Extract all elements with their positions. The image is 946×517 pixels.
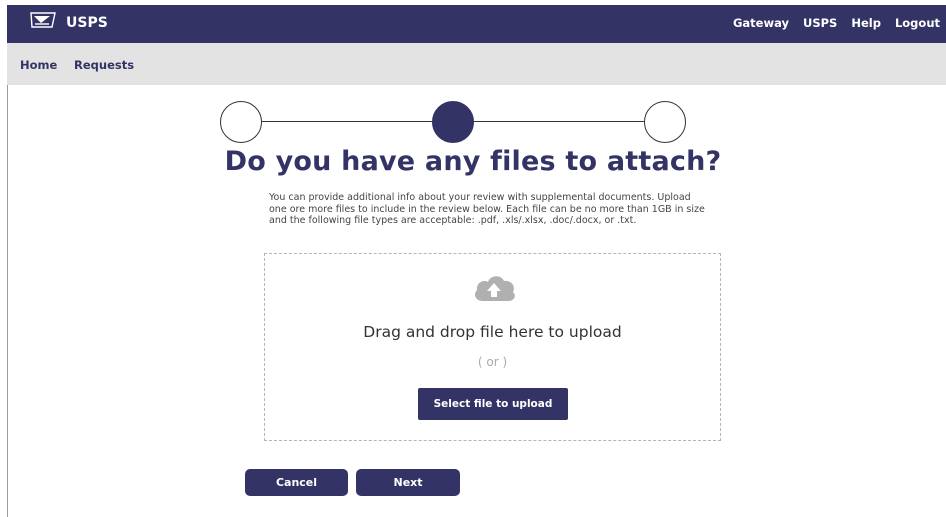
top-header: USPS Gateway USPS Help Logout [7,5,946,43]
step-1-indicator [220,101,262,143]
page-description: You can provide additional info about yo… [269,192,705,226]
top-nav: Gateway USPS Help Logout [733,16,940,30]
progress-stepper [220,101,686,145]
next-button[interactable]: Next [356,469,460,496]
stepper-connector [474,121,644,122]
secondary-nav: Home Requests [7,43,946,85]
file-dropzone[interactable]: Drag and drop file here to upload ( or )… [264,253,721,441]
brand-name[interactable]: USPS [66,15,108,31]
app-window: USPS Gateway USPS Help Logout Home Reque… [0,0,946,517]
nav-home[interactable]: Home [20,58,57,72]
step-3-indicator [644,101,686,143]
nav-usps[interactable]: USPS [803,16,837,30]
nav-requests[interactable]: Requests [74,58,134,72]
dropzone-or-separator: ( or ) [477,355,508,369]
usps-eagle-logo-icon[interactable] [29,10,57,30]
cloud-upload-icon [475,276,515,301]
step-2-indicator [432,101,474,143]
nav-help[interactable]: Help [851,16,881,30]
select-file-button[interactable]: Select file to upload [418,388,568,420]
nav-gateway[interactable]: Gateway [733,16,789,30]
stepper-connector [262,121,432,122]
page-title: Do you have any files to attach? [224,146,722,177]
cancel-button[interactable]: Cancel [245,469,348,496]
dropzone-prompt: Drag and drop file here to upload [363,323,622,341]
nav-logout[interactable]: Logout [895,16,940,30]
